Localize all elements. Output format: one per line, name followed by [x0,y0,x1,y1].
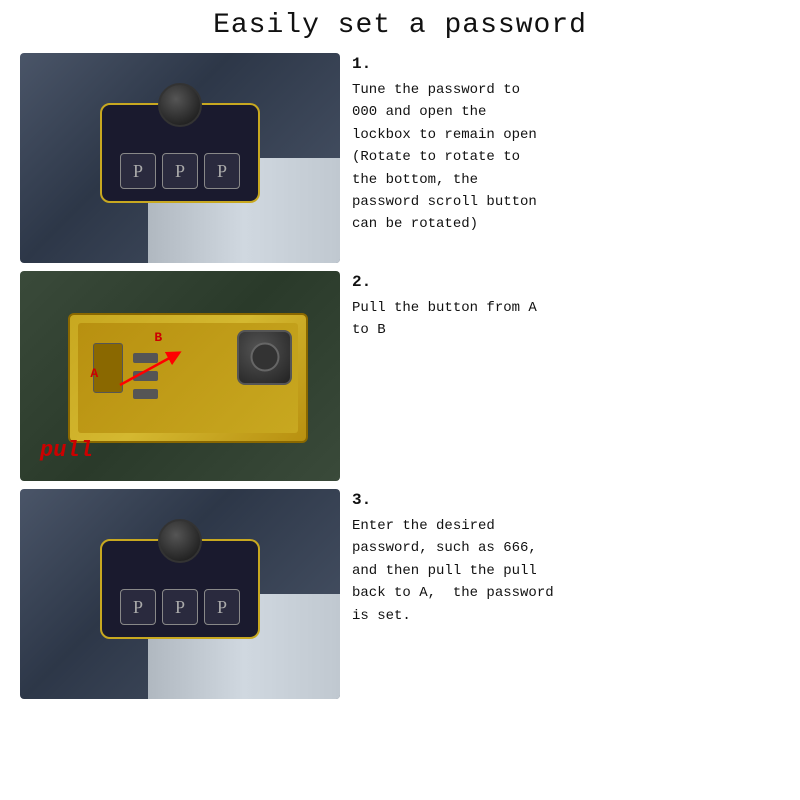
step-number-2: 2. [352,273,780,291]
lockbox-panel-3: P P P [100,539,260,639]
combo-display-3: P P P [120,589,240,625]
steps-container: P P P 1. Tune the password to 000 and op… [20,53,780,699]
lock-knob-3 [158,519,202,563]
combo-digit-3c: P [204,589,240,625]
step-text-3: 3. Enter the desired password, such as 6… [352,489,780,627]
page-title: Easily set a password [213,10,587,41]
pull-arrow [110,345,190,395]
step-row-3: P P P 3. Enter the desired password, suc… [20,489,780,699]
combo-display-1: P P P [120,153,240,189]
step-description-2: Pull the button from A to B [352,297,780,342]
step-description-3: Enter the desired password, such as 666,… [352,515,780,627]
pull-label: pull [40,438,93,463]
combo-digit-3b: P [162,589,198,625]
step-image-1: P P P [20,53,340,263]
step-row-1: P P P 1. Tune the password to 000 and op… [20,53,780,263]
combo-digit-3a: P [120,589,156,625]
step1-background: P P P [20,53,340,263]
lock-knob-1 [158,83,202,127]
combo-digit-2: P [162,153,198,189]
combo-digit-3: P [204,153,240,189]
arrow-label-b: B [154,330,162,345]
step-text-2: 2. Pull the button from A to B [352,271,780,342]
step-description-1: Tune the password to 000 and open the lo… [352,79,780,236]
step-text-1: 1. Tune the password to 000 and open the… [352,53,780,236]
combo-digit-1: P [120,153,156,189]
step2-background: A B pull [20,271,340,481]
step-number-3: 3. [352,491,780,509]
step3-background: P P P [20,489,340,699]
step-image-3: P P P [20,489,340,699]
step-number-1: 1. [352,55,780,73]
lockbox-panel-1: P P P [100,103,260,203]
step-row-2: A B pull 2. [20,271,780,481]
step-image-2: A B pull [20,271,340,481]
arrow-label-a: A [90,366,98,381]
lock-cylinder [237,330,292,385]
page-container: Easily set a password P P P 1. [0,0,800,800]
